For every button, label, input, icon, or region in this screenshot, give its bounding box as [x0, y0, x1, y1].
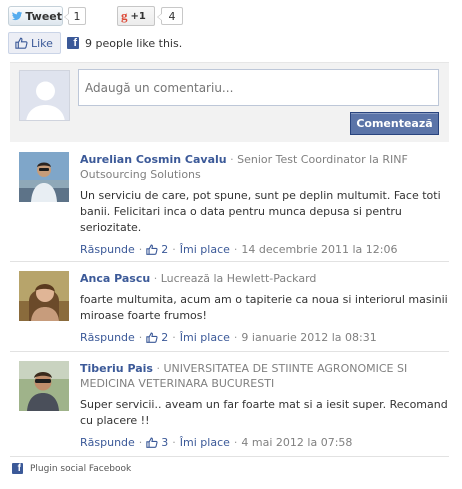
avatar[interactable]: [19, 152, 69, 202]
like-comment-link[interactable]: Îmi place: [180, 435, 230, 450]
like-summary: 9 people like this.: [85, 36, 183, 50]
comment-body: Aurelian Cosmin Cavalu · Senior Test Coo…: [80, 152, 449, 257]
comment-author[interactable]: Tiberiu Pais: [80, 362, 153, 375]
reply-link[interactable]: Răspunde: [80, 242, 135, 257]
comment-author[interactable]: Anca Pascu: [80, 272, 150, 285]
separator-dot: ·: [138, 243, 143, 256]
tweet-count: 1: [64, 7, 86, 25]
avatar[interactable]: [19, 271, 69, 321]
tweet-button[interactable]: Tweet: [8, 6, 63, 26]
separator-dot: ·: [233, 331, 238, 344]
comment-text: foarte multumita, acum am o tapiterie ca…: [80, 293, 448, 322]
separator-dot: ·: [138, 436, 143, 449]
avatar[interactable]: [19, 361, 69, 411]
comment-divider: [10, 351, 449, 352]
thumbs-up-icon: [146, 437, 158, 448]
comment-text: Super servicii.. aveam un far foarte mat…: [80, 398, 448, 427]
like-label: Like: [31, 36, 53, 50]
comment-actions: Răspunde · 2 · Îmi place · 14 decembrie …: [80, 242, 449, 257]
avatar-silhouette-icon: [19, 70, 70, 121]
twitter-bird-icon: [12, 11, 23, 21]
comment-actions: Răspunde · 3 · Îmi place · 4 mai 2012 la…: [80, 435, 449, 450]
like-comment-link[interactable]: Îmi place: [180, 242, 230, 257]
thumbs-up-icon: [146, 244, 158, 255]
separator-dot: ·: [172, 436, 176, 449]
like-button[interactable]: Like: [8, 32, 61, 54]
comment-timestamp[interactable]: 14 decembrie 2011 la 12:06: [241, 242, 397, 257]
separator-dot: ·: [233, 436, 238, 449]
google-plus-icon: g: [121, 8, 128, 23]
comment-text: Un serviciu de care, pot spune, sunt pe …: [80, 189, 441, 234]
comment-timestamp[interactable]: 4 mai 2012 la 07:58: [241, 435, 352, 450]
like-count-value: 2: [161, 243, 169, 256]
like-count-value: 2: [161, 331, 169, 344]
reply-link[interactable]: Răspunde: [80, 330, 135, 345]
like-comment-link[interactable]: Îmi place: [180, 330, 230, 345]
comment-like-count[interactable]: 2: [146, 242, 168, 257]
separator-dot: ·: [153, 272, 161, 285]
thumbs-up-icon: [146, 332, 158, 343]
like-count-value: 3: [161, 436, 169, 449]
comment-header: Tiberiu Pais · UNIVERSITATEA DE STIINTE …: [80, 361, 449, 391]
separator-dot: ·: [172, 243, 176, 256]
comment-body: Tiberiu Pais · UNIVERSITATEA DE STIINTE …: [80, 361, 449, 450]
comment-header: Anca Pascu · Lucrează la Hewlett-Packard: [80, 271, 449, 286]
reply-link[interactable]: Răspunde: [80, 435, 135, 450]
google-plus-button[interactable]: g +1: [117, 6, 155, 26]
comment-header: Aurelian Cosmin Cavalu · Senior Test Coo…: [80, 152, 449, 182]
comment-like-count[interactable]: 3: [146, 435, 168, 450]
like-bar: Like f 9 people like this.: [8, 32, 182, 54]
comment-author[interactable]: Aurelian Cosmin Cavalu: [80, 153, 227, 166]
comment-body: Anca Pascu · Lucrează la Hewlett-Packard…: [80, 271, 449, 345]
comment-actions: Răspunde · 2 · Îmi place · 9 ianuarie 20…: [80, 330, 449, 345]
footer-divider: [10, 456, 449, 457]
separator-dot: ·: [172, 331, 176, 344]
footer: f Plugin social Facebook: [10, 463, 131, 474]
facebook-plugin-link[interactable]: Plugin social Facebook: [30, 464, 131, 474]
share-bar: Tweet 1 g +1 4: [8, 6, 183, 26]
submit-comment-button[interactable]: Comentează: [350, 112, 439, 135]
comment-timestamp[interactable]: 9 ianuarie 2012 la 08:31: [241, 330, 376, 345]
separator-dot: ·: [138, 331, 143, 344]
facebook-icon: f: [67, 37, 79, 49]
comment-input[interactable]: [78, 69, 439, 106]
separator-dot: ·: [233, 243, 238, 256]
comment-like-count[interactable]: 2: [146, 330, 168, 345]
facebook-icon: f: [12, 463, 23, 474]
comment-divider: [10, 261, 449, 262]
google-plus-label: +1: [130, 10, 146, 22]
thumbs-up-icon: [15, 37, 28, 49]
comment-author-role: Lucrează la Hewlett-Packard: [160, 272, 317, 285]
comment-composer: Comentează: [10, 62, 449, 142]
google-plus-count: 4: [157, 7, 183, 25]
tweet-label: Tweet: [25, 9, 62, 23]
